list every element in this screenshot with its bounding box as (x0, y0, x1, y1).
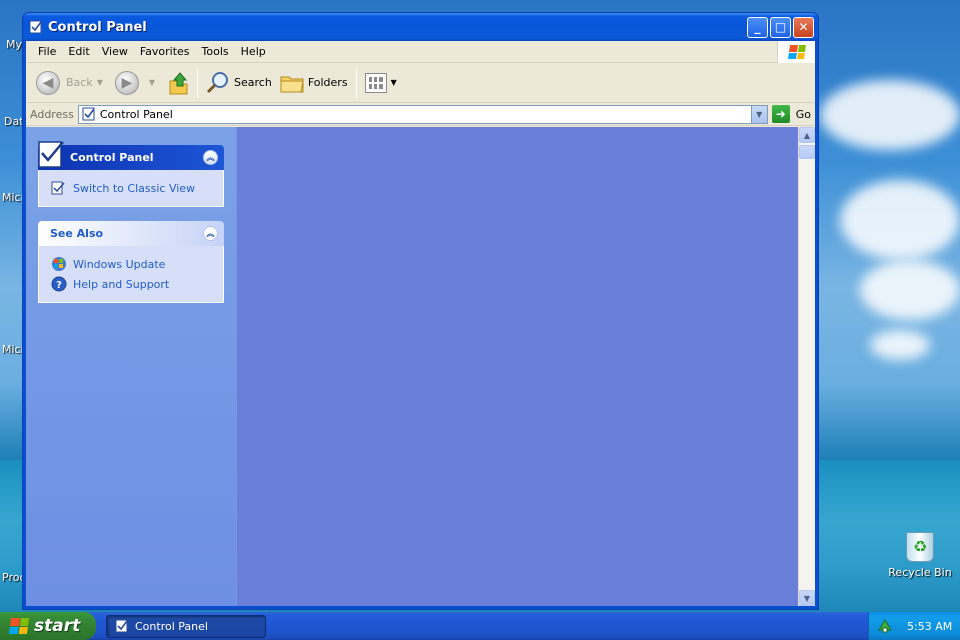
clock[interactable]: 5:53 AM (907, 620, 952, 633)
menu-tools[interactable]: Tools (196, 45, 235, 58)
scroll-down-icon[interactable]: ▼ (799, 590, 815, 606)
control-panel-box-title: Control Panel (70, 151, 154, 164)
switch-view-label: Switch to Classic View (73, 181, 196, 195)
control-panel-small-icon (82, 107, 95, 121)
help-and-support-label: Help and Support (73, 277, 170, 291)
back-label: Back (66, 76, 93, 89)
start-label: start (34, 616, 81, 636)
menu-edit[interactable]: Edit (62, 45, 95, 58)
system-tray: 5:53 AM (868, 612, 960, 640)
control-panel-large-icon (38, 141, 64, 168)
main-view[interactable]: ▲ ▼ (236, 127, 815, 606)
recycle-bin-label: Recycle Bin (888, 566, 952, 579)
back-arrow-icon: ◀ (36, 70, 60, 95)
views-button[interactable]: ▼ (361, 66, 405, 100)
close-button[interactable]: ✕ (793, 16, 814, 38)
go-label: Go (795, 107, 811, 121)
menu-bar: File Edit View Favorites Tools Help (26, 41, 815, 63)
back-dropdown-icon[interactable]: ▼ (97, 78, 103, 87)
control-panel-box: Control Panel ︽ Switch to Classic View (38, 141, 224, 207)
recycle-bin[interactable]: Recycle Bin (888, 532, 952, 579)
forward-dropdown-icon[interactable]: ▼ (149, 78, 155, 87)
tray-network-icon[interactable] (877, 618, 893, 634)
menu-view[interactable]: View (96, 45, 134, 58)
minimize-button[interactable]: _ (747, 16, 768, 38)
search-label: Search (234, 76, 272, 89)
taskbar: start Control Panel 5:53 AM (0, 612, 960, 640)
go-arrow-icon: ➜ (771, 105, 790, 123)
control-panel-window: Control Panel _ □ ✕ File Edit View Favor… (22, 12, 819, 610)
address-field[interactable]: Control Panel ▼ (77, 104, 768, 124)
window-title: Control Panel (48, 19, 147, 35)
help-and-support-link[interactable]: ? Help and Support (51, 274, 213, 294)
see-also-box-body: Windows Update ? Help and Support (38, 246, 224, 303)
go-button[interactable]: ➜ Go (771, 105, 811, 123)
desktop-icon-dat[interactable]: Dat (4, 115, 24, 128)
forward-arrow-icon: ▶ (114, 70, 139, 95)
menu-file[interactable]: File (32, 45, 62, 58)
switch-view-icon (51, 181, 65, 195)
views-dropdown-icon[interactable]: ▼ (391, 78, 397, 87)
collapse-chevron-icon-2[interactable]: ︽ (203, 226, 218, 241)
menu-favorites[interactable]: Favorites (134, 45, 196, 58)
taskbar-control-panel-button[interactable]: Control Panel (106, 614, 266, 638)
content-area: Control Panel ︽ Switch to Classic View S… (26, 127, 815, 606)
title-bar[interactable]: Control Panel _ □ ✕ (23, 13, 818, 41)
folders-icon (280, 76, 304, 92)
see-also-title: See Also (50, 227, 104, 240)
start-button[interactable]: start (0, 612, 96, 640)
maximize-button[interactable]: □ (770, 16, 791, 38)
scroll-up-icon[interactable]: ▲ (799, 127, 815, 143)
windows-logo-icon (777, 41, 815, 63)
vertical-scrollbar[interactable]: ▲ ▼ (798, 127, 815, 606)
back-button[interactable]: ◀ Back ▼ (32, 66, 111, 100)
help-icon: ? (51, 276, 67, 292)
search-icon (206, 71, 229, 93)
forward-button[interactable]: ▶ ▼ (111, 66, 163, 100)
toolbar-separator-2 (355, 67, 357, 98)
windows-update-icon (52, 257, 66, 271)
see-also-box: See Also ︽ Windows Update ? Help and Sup… (38, 221, 224, 303)
address-dropdown-icon[interactable]: ▼ (750, 105, 767, 123)
folders-label: Folders (307, 76, 348, 89)
control-panel-icon (29, 20, 42, 34)
switch-to-classic-view-link[interactable]: Switch to Classic View (51, 178, 213, 198)
up-folder-icon (169, 71, 188, 94)
svg-text:?: ? (56, 280, 62, 291)
see-also-box-header[interactable]: See Also ︽ (38, 221, 224, 246)
menu-help[interactable]: Help (235, 45, 272, 58)
search-button[interactable]: Search (202, 66, 276, 100)
taskbar-control-panel-icon (115, 619, 128, 633)
toolbar: ◀ Back ▼ ▶ ▼ Search Folders ▼ (26, 63, 815, 103)
control-panel-box-body: Switch to Classic View (38, 170, 224, 207)
views-icon (364, 72, 387, 93)
start-windows-icon (8, 618, 30, 634)
control-panel-box-header[interactable]: Control Panel ︽ (38, 141, 224, 170)
address-label: Address (30, 107, 74, 121)
toolbar-separator (197, 67, 199, 98)
address-value: Control Panel (99, 107, 173, 121)
task-pane: Control Panel ︽ Switch to Classic View S… (26, 127, 236, 606)
collapse-chevron-icon[interactable]: ︽ (203, 150, 218, 165)
windows-update-label: Windows Update (73, 257, 166, 271)
address-bar: Address Control Panel ▼ ➜ Go (26, 103, 815, 126)
desktop-icon-my[interactable]: My (6, 38, 22, 51)
folders-button[interactable]: Folders (276, 66, 352, 100)
taskbar-task-label: Control Panel (135, 619, 208, 633)
up-folder-button[interactable] (163, 66, 193, 100)
scroll-thumb[interactable] (799, 145, 815, 159)
recycle-bin-icon (906, 532, 934, 562)
windows-update-link[interactable]: Windows Update (51, 254, 213, 274)
